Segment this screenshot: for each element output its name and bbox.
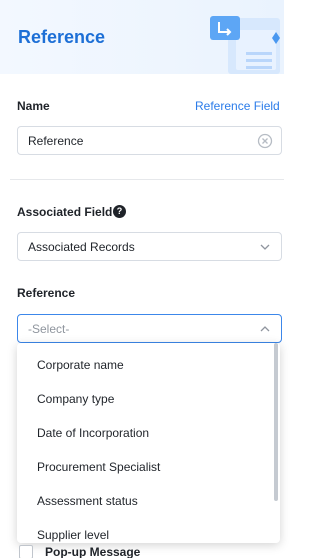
reference-placeholder: -Select- <box>28 322 70 336</box>
name-input-value: Reference <box>28 134 84 148</box>
dropdown-option[interactable]: Company type <box>17 382 275 416</box>
header-illustration-icon <box>210 16 280 74</box>
dropdown-option[interactable]: Date of Incorporation <box>17 416 275 450</box>
dropdown-scrollbar[interactable] <box>274 343 278 501</box>
reference-field-link[interactable]: Reference Field <box>195 99 280 113</box>
name-label: Name <box>17 99 50 113</box>
help-icon[interactable]: ? <box>113 205 126 218</box>
chevron-up-icon <box>260 326 270 332</box>
reference-label: Reference <box>17 286 76 300</box>
dropdown-option[interactable]: Corporate name <box>17 348 275 382</box>
dropdown-option[interactable]: Supplier level <box>17 518 275 543</box>
clear-icon[interactable] <box>257 133 273 149</box>
section-divider <box>10 179 284 180</box>
reference-select[interactable]: -Select- <box>17 314 282 343</box>
panel-header: Reference <box>0 0 284 74</box>
associated-field-label: Associated Field <box>17 205 113 219</box>
popup-message-label: Pop-up Message <box>45 545 141 558</box>
dropdown-option[interactable]: Procurement Specialist <box>17 450 275 484</box>
chevron-down-icon <box>260 244 270 250</box>
panel-title: Reference <box>18 27 106 47</box>
dropdown-option[interactable]: Assessment status <box>17 484 275 518</box>
associated-field-value: Associated Records <box>28 240 135 254</box>
reference-dropdown: Corporate name Company type Date of Inco… <box>17 343 280 543</box>
popup-message-checkbox[interactable] <box>19 545 33 558</box>
associated-field-select[interactable]: Associated Records <box>17 232 282 261</box>
name-input[interactable]: Reference <box>17 126 282 155</box>
